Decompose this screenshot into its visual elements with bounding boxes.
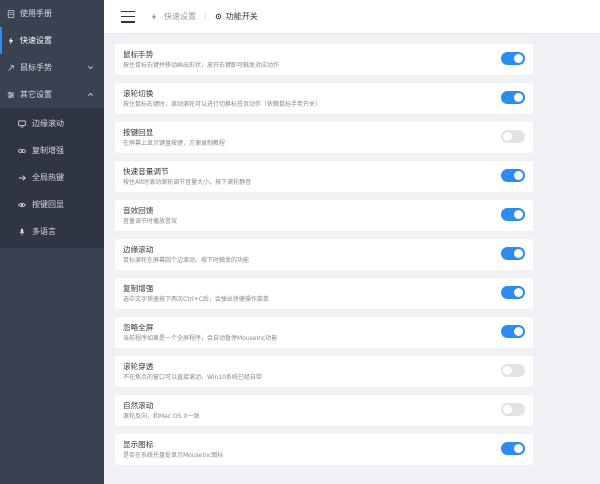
sidebar-item-label: 使用手册 bbox=[20, 9, 52, 18]
document-icon bbox=[6, 9, 15, 18]
link-icon bbox=[17, 146, 26, 155]
hamburger-bar bbox=[121, 15, 135, 18]
feature-description: 当前程序如果是一个全屏程序，会自动暂停MouseInc功能 bbox=[123, 335, 278, 342]
feature-toggle[interactable] bbox=[501, 247, 525, 260]
feature-title: 边缘滚动 bbox=[123, 245, 154, 254]
feature-list: 鼠标手势 按住鼠标右键并移动画出形状，放开右键即可触发对应动作 滚轮切换 按住鼠… bbox=[104, 34, 600, 484]
feature-description: 鼠标滚轮在屏幕四个边滚动、按下时触发的功能 bbox=[123, 257, 250, 264]
feature-card-wheel-switch: 滚轮切换 按住鼠标右键时，滚动滚轮可以进行切换标签页动作（依赖鼠标手势开关） bbox=[115, 83, 533, 114]
feature-description: 按住Alt时滚动滚轮调节音量大小，按下滚轮静音 bbox=[123, 179, 252, 186]
sidebar-item-label: 快速设置 bbox=[20, 36, 52, 45]
feature-description: 选中文字快速按下两次Ctrl+C后，会弹出快捷操作菜单 bbox=[123, 296, 269, 303]
feature-toggle[interactable] bbox=[501, 442, 525, 455]
sidebar-item-other-settings[interactable]: 其它设置 bbox=[0, 81, 104, 108]
sidebar-item-label: 其它设置 bbox=[20, 90, 52, 99]
sidebar-subitem-label: 按键回显 bbox=[32, 200, 64, 209]
settings-icon bbox=[6, 90, 15, 99]
eye-icon bbox=[17, 200, 26, 209]
sidebar-item-quick-settings[interactable]: 快速设置 bbox=[0, 27, 104, 54]
feature-title: 复制增强 bbox=[123, 284, 154, 293]
feature-card-edge-scroll: 边缘滚动 鼠标滚轮在屏幕四个边滚动、按下时触发的功能 bbox=[115, 239, 533, 270]
feature-card-natural-scroll: 自然滚动 滚轮反向，和Mac OS X一致 bbox=[115, 395, 533, 426]
submenu-other-settings: 边缘滚动 复制增强 全局热键 按键回显 多语言 bbox=[0, 108, 104, 248]
sidebar-subitem-label: 多语言 bbox=[32, 227, 56, 236]
breadcrumb-separator: / bbox=[204, 12, 207, 21]
feature-toggle[interactable] bbox=[501, 403, 525, 416]
feature-card-copy-enhance: 复制增强 选中文字快速按下两次Ctrl+C后，会弹出快捷操作菜单 bbox=[115, 278, 533, 309]
feature-title: 滚轮切换 bbox=[123, 89, 154, 98]
feature-toggle[interactable] bbox=[501, 364, 525, 377]
feature-toggle[interactable] bbox=[501, 169, 525, 182]
feature-card-sound-feedback: 音效回馈 音量调节时播放音效 bbox=[115, 200, 533, 231]
feature-title: 音效回馈 bbox=[123, 206, 154, 215]
monitor-icon bbox=[17, 119, 26, 128]
feature-description: 滚轮反向，和Mac OS X一致 bbox=[123, 413, 200, 420]
chevron-up-icon bbox=[87, 91, 94, 98]
feature-card-wheel-passthrough: 滚轮穿透 不在焦点的窗口可以直接滚动，Win10系统已经自带 bbox=[115, 356, 533, 387]
hamburger-bar bbox=[121, 20, 135, 23]
sidebar-subitem-key-echo[interactable]: 按键回显 bbox=[0, 191, 104, 218]
bolt-icon bbox=[150, 12, 158, 21]
sidebar-subitem-label: 边缘滚动 bbox=[32, 119, 64, 128]
feature-title: 显示图标 bbox=[123, 440, 154, 449]
feature-description: 是否在系统托盘处显示MouseInc图标 bbox=[123, 452, 224, 459]
feature-description: 按住鼠标右键时，滚动滚轮可以进行切换标签页动作（依赖鼠标手势开关） bbox=[123, 101, 322, 108]
microphone-icon bbox=[17, 227, 26, 236]
feature-description: 在屏幕上显示键盘按键，方便录制教程 bbox=[123, 140, 226, 147]
sidebar: 使用手册 快速设置 鼠标手势 其它设置 边缘滚动 复制增强 全局热键 按键回显 … bbox=[0, 0, 104, 484]
gear-icon bbox=[215, 13, 222, 20]
feature-title: 自然滚动 bbox=[123, 401, 154, 410]
feature-toggle[interactable] bbox=[501, 91, 525, 104]
chevron-down-icon bbox=[87, 64, 94, 71]
feature-card-quick-volume: 快速音量调节 按住Alt时滚动滚轮调节音量大小，按下滚轮静音 bbox=[115, 161, 533, 192]
sidebar-subitem-edge-scroll[interactable]: 边缘滚动 bbox=[0, 110, 104, 137]
hotkey-icon bbox=[17, 173, 26, 182]
sidebar-item-manual[interactable]: 使用手册 bbox=[0, 0, 104, 27]
mouse-gesture-icon bbox=[6, 63, 15, 72]
feature-card-ignore-fullscreen: 忽略全屏 当前程序如果是一个全屏程序，会自动暂停MouseInc功能 bbox=[115, 317, 533, 348]
feature-title: 滚轮穿透 bbox=[123, 362, 154, 371]
breadcrumb-parent[interactable]: 快速设置 bbox=[164, 11, 196, 22]
sidebar-subitem-copy-enhance[interactable]: 复制增强 bbox=[0, 137, 104, 164]
feature-toggle[interactable] bbox=[501, 325, 525, 338]
sidebar-subitem-language[interactable]: 多语言 bbox=[0, 218, 104, 245]
feature-title: 快速音量调节 bbox=[123, 167, 169, 176]
menu-toggle-button[interactable] bbox=[121, 10, 135, 23]
feature-toggle[interactable] bbox=[501, 130, 525, 143]
breadcrumb: 快速设置 / 功能开关 bbox=[150, 11, 258, 22]
feature-toggle[interactable] bbox=[501, 52, 525, 65]
feature-description: 音量调节时播放音效 bbox=[123, 218, 178, 225]
bolt-icon bbox=[6, 36, 15, 45]
sidebar-item-mouse-gesture[interactable]: 鼠标手势 bbox=[0, 54, 104, 81]
feature-title: 鼠标手势 bbox=[123, 50, 154, 59]
feature-card-mouse-gesture: 鼠标手势 按住鼠标右键并移动画出形状，放开右键即可触发对应动作 bbox=[115, 44, 533, 75]
sidebar-subitem-label: 复制增强 bbox=[32, 146, 64, 155]
feature-title: 按键回显 bbox=[123, 128, 154, 137]
hamburger-bar bbox=[121, 10, 135, 13]
feature-card-show-icon: 显示图标 是否在系统托盘处显示MouseInc图标 bbox=[115, 434, 533, 465]
feature-description: 按住鼠标右键并移动画出形状，放开右键即可触发对应动作 bbox=[123, 62, 280, 69]
feature-description: 不在焦点的窗口可以直接滚动，Win10系统已经自带 bbox=[123, 374, 262, 381]
sidebar-item-label: 鼠标手势 bbox=[20, 63, 52, 72]
feature-toggle[interactable] bbox=[501, 208, 525, 221]
sidebar-subitem-label: 全局热键 bbox=[32, 173, 64, 182]
sidebar-subitem-global-hotkey[interactable]: 全局热键 bbox=[0, 164, 104, 191]
breadcrumb-current: 功能开关 bbox=[225, 12, 258, 21]
feature-card-key-echo: 按键回显 在屏幕上显示键盘按键，方便录制教程 bbox=[115, 122, 533, 153]
feature-toggle[interactable] bbox=[501, 286, 525, 299]
feature-title: 忽略全屏 bbox=[123, 323, 154, 332]
top-header: 快速设置 / 功能开关 bbox=[104, 0, 600, 34]
